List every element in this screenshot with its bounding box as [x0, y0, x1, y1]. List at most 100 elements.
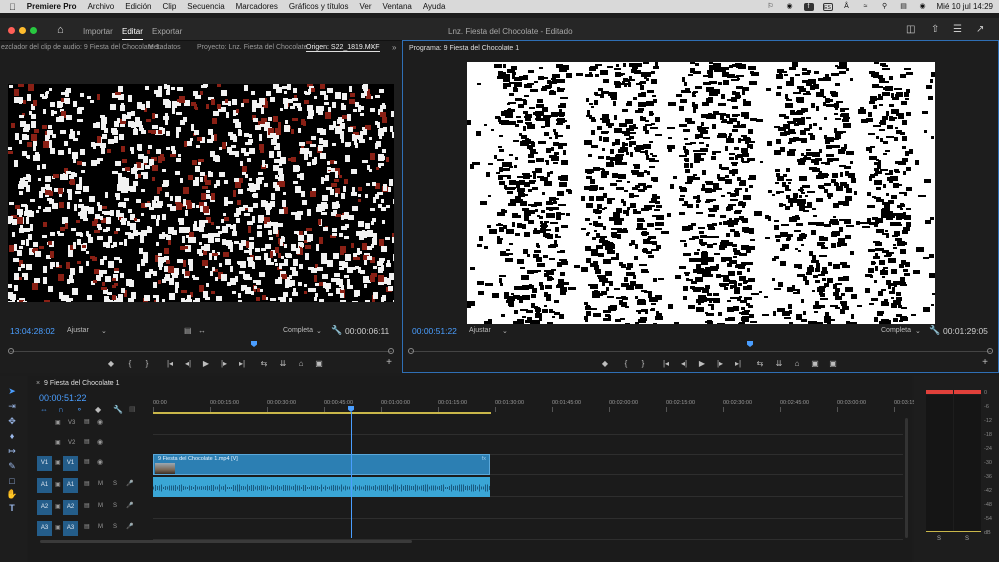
- microphone-icon[interactable]: 🎤: [126, 523, 133, 530]
- expand-panels-icon[interactable]: »: [392, 43, 396, 52]
- program-ruler-end-handle[interactable]: [987, 348, 993, 354]
- type-tool-icon[interactable]: T: [6, 503, 18, 513]
- source-fit-dropdown[interactable]: Ajustar: [67, 327, 89, 334]
- program-step-forward-button[interactable]: |▸: [715, 359, 725, 369]
- source-mark-in-button[interactable]: {: [125, 359, 135, 369]
- solo-button[interactable]: S: [113, 481, 117, 487]
- home-icon[interactable]: ⌂: [57, 24, 64, 36]
- source-go-in-button[interactable]: |◂: [165, 359, 175, 369]
- source-time-ruler[interactable]: [10, 351, 392, 352]
- work-area-bar[interactable]: [153, 412, 491, 414]
- tab-importar[interactable]: Importar: [83, 27, 113, 36]
- menu-ventana[interactable]: Ventana: [382, 2, 411, 11]
- tab-editar[interactable]: Editar: [122, 27, 143, 40]
- source-quality-dropdown[interactable]: Completa: [283, 327, 313, 334]
- sync-lock-icon[interactable]: ▤: [84, 480, 90, 487]
- source-play-button[interactable]: ▶: [201, 359, 211, 369]
- program-quality-dropdown[interactable]: Completa: [881, 327, 911, 334]
- window-zoom-button[interactable]: [30, 27, 37, 34]
- creative-cloud-icon[interactable]: ◉: [785, 3, 795, 11]
- tab-project[interactable]: Proyecto: Lnz. Fiesta del Chocolate: [197, 44, 308, 51]
- track-name-v3[interactable]: V3: [68, 420, 75, 426]
- source-ruler-start-handle[interactable]: [8, 348, 14, 354]
- menu-app-name[interactable]: Premiere Pro: [27, 2, 77, 11]
- mute-button[interactable]: M: [98, 481, 103, 487]
- program-time-ruler[interactable]: [411, 351, 991, 352]
- menu-archivo[interactable]: Archivo: [88, 2, 115, 11]
- razor-tool-icon[interactable]: ♦: [6, 431, 18, 441]
- source-button-editor[interactable]: +: [384, 358, 394, 368]
- solo-button[interactable]: S: [113, 503, 117, 509]
- lock-icon[interactable]: ▣: [55, 439, 61, 446]
- tab-exportar[interactable]: Exportar: [152, 27, 182, 36]
- sync-lock-icon[interactable]: ▤: [84, 438, 90, 445]
- source-step-back-button[interactable]: ◂|: [183, 359, 193, 369]
- program-step-back-button[interactable]: ◂|: [679, 359, 689, 369]
- control-center-icon[interactable]: ▤: [899, 3, 909, 11]
- add-marker-icon[interactable]: ◆: [95, 405, 101, 414]
- source-overwrite-button[interactable]: ⇊: [278, 359, 288, 369]
- menu-edicion[interactable]: Edición: [125, 2, 151, 11]
- siri-icon[interactable]: ◉: [918, 3, 928, 11]
- source-step-forward-button[interactable]: |▸: [219, 359, 229, 369]
- program-fit-dropdown[interactable]: Ajustar: [469, 327, 491, 334]
- track-select-tool-icon[interactable]: ⇥: [6, 401, 18, 412]
- lock-icon[interactable]: ▣: [55, 481, 61, 488]
- lock-icon[interactable]: ▣: [55, 459, 61, 466]
- program-settings-wrench-icon[interactable]: 🔧: [929, 325, 940, 336]
- timeline-timecode[interactable]: 00:00:51:22: [39, 393, 87, 403]
- notification-bell-icon[interactable]: ⚐: [766, 3, 776, 11]
- insert-nest-icon[interactable]: ⇔: [40, 405, 48, 414]
- snap-icon[interactable]: ∩: [58, 405, 64, 414]
- keyboard-es-icon[interactable]: ES: [822, 2, 833, 11]
- program-timecode[interactable]: 00:00:51:22: [412, 326, 457, 336]
- window-minimize-button[interactable]: [19, 27, 26, 34]
- program-playhead[interactable]: [747, 341, 753, 347]
- eye-icon[interactable]: ◉: [97, 458, 103, 466]
- audio-clip-a1[interactable]: [153, 477, 490, 497]
- source-patch-v1[interactable]: V1: [37, 456, 52, 471]
- lock-icon[interactable]: ▣: [55, 419, 61, 426]
- timeline-vertical-scrollbar[interactable]: [905, 418, 908, 538]
- timeline-settings-icon[interactable]: 🔧: [113, 405, 123, 414]
- track-name-v2[interactable]: V2: [68, 440, 75, 446]
- mute-button[interactable]: M: [98, 524, 103, 530]
- meter-solo-left[interactable]: S: [937, 536, 941, 542]
- bluetooth-icon[interactable]: Å: [842, 3, 852, 11]
- microphone-icon[interactable]: 🎤: [126, 480, 133, 487]
- source-mark-out-button[interactable]: }: [142, 359, 152, 369]
- source-insert-button[interactable]: ⇆: [259, 359, 269, 369]
- source-settings-wrench-icon[interactable]: 🔧: [331, 325, 342, 336]
- program-panel-menu-icon[interactable]: ≡: [505, 45, 509, 52]
- rectangle-tool-icon[interactable]: □: [6, 476, 18, 486]
- fullscreen-icon[interactable]: ↗: [976, 24, 984, 35]
- program-comparison-view-button[interactable]: ▣: [810, 359, 820, 369]
- sync-lock-icon[interactable]: ▤: [84, 523, 90, 530]
- eye-icon[interactable]: ◉: [97, 418, 103, 426]
- program-lift-button[interactable]: ⇆: [755, 359, 765, 369]
- menu-clip[interactable]: Clip: [163, 2, 177, 11]
- sync-lock-icon[interactable]: ▤: [84, 458, 90, 465]
- meter-solo-right[interactable]: S: [965, 536, 969, 542]
- source-compare-button[interactable]: ▣: [314, 359, 324, 369]
- source-export-frame-button[interactable]: ⌂: [296, 359, 306, 369]
- panel-menu-icon[interactable]: ≡: [370, 44, 374, 51]
- hand-tool-icon[interactable]: ✋: [6, 489, 18, 500]
- menu-ver[interactable]: Ver: [359, 2, 371, 11]
- workspaces-icon[interactable]: ◫: [906, 24, 915, 35]
- program-go-out-button[interactable]: ▸|: [733, 359, 743, 369]
- program-extract-button[interactable]: ⇊: [774, 359, 784, 369]
- source-playhead[interactable]: [251, 341, 257, 347]
- facebook-icon[interactable]: f: [803, 2, 814, 11]
- program-marker-button[interactable]: ◆: [600, 359, 610, 369]
- program-button-editor[interactable]: +: [980, 358, 990, 368]
- settings-menu-icon[interactable]: ☰: [953, 24, 962, 35]
- source-drag-video-icon[interactable]: ↔: [198, 326, 206, 335]
- program-export-frame-button[interactable]: ⌂: [792, 359, 802, 369]
- program-mark-out-button[interactable]: }: [638, 359, 648, 369]
- sync-lock-icon[interactable]: ▤: [84, 502, 90, 509]
- track-target-a1[interactable]: A1: [63, 478, 78, 493]
- menu-graficos[interactable]: Gráficos y títulos: [289, 2, 349, 11]
- source-video-frame[interactable]: [8, 84, 394, 302]
- program-vr-button[interactable]: ▣: [828, 359, 838, 369]
